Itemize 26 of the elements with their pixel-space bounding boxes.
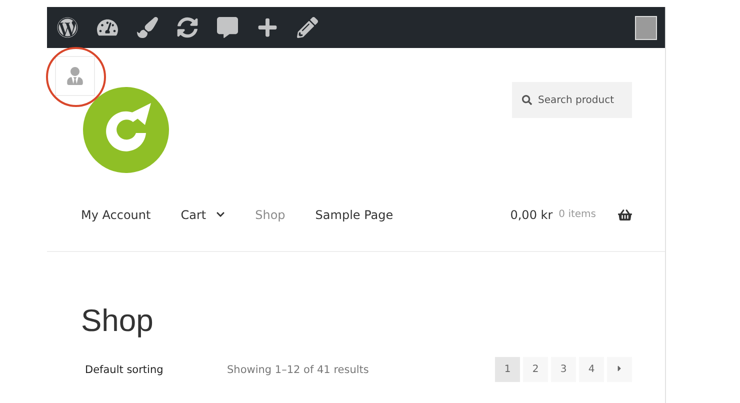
pencil-icon[interactable] bbox=[297, 17, 318, 38]
comment-icon[interactable] bbox=[217, 17, 238, 38]
page-button[interactable]: 3 bbox=[551, 357, 576, 382]
avatar-photo-placeholder[interactable] bbox=[635, 16, 657, 40]
refresh-icon[interactable] bbox=[177, 17, 198, 38]
nav-link[interactable]: Sample Page bbox=[315, 208, 394, 222]
cart-amount[interactable]: 0,00 kr bbox=[510, 208, 553, 222]
refresh-logo-icon bbox=[83, 87, 169, 173]
search-field[interactable]: Search product bbox=[512, 82, 632, 118]
paintbrush-icon[interactable] bbox=[137, 17, 158, 38]
nav-link[interactable]: My Account bbox=[81, 208, 151, 222]
sorting-select[interactable]: Default sorting bbox=[85, 364, 227, 376]
page-button[interactable]: 1 bbox=[495, 357, 520, 382]
cart-item-count: 0 items bbox=[558, 209, 596, 220]
page-button[interactable]: 2 bbox=[523, 357, 548, 382]
wordpress-logo-icon[interactable] bbox=[57, 17, 78, 38]
user-switch-button[interactable] bbox=[55, 56, 95, 96]
page-title: Shop bbox=[81, 303, 154, 339]
nav-link[interactable]: Cart bbox=[180, 208, 226, 222]
result-count: Showing 1–12 of 41 results bbox=[227, 364, 369, 376]
basket-icon[interactable] bbox=[618, 208, 632, 222]
dashboard-gauge-icon[interactable] bbox=[97, 17, 118, 38]
plus-icon[interactable] bbox=[257, 17, 278, 38]
user-icon bbox=[66, 67, 84, 85]
page-button[interactable]: 4 bbox=[579, 357, 604, 382]
search-icon bbox=[522, 95, 532, 105]
